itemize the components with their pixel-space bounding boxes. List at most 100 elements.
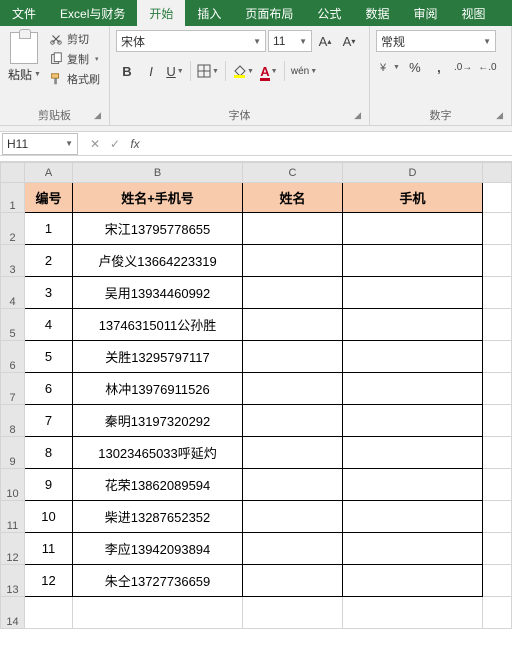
cell[interactable]: 11: [25, 533, 73, 565]
row-header[interactable]: 4: [1, 277, 25, 309]
cell[interactable]: 8: [25, 437, 73, 469]
number-format-combo[interactable]: 常规 ▼: [376, 30, 496, 52]
cell[interactable]: [243, 437, 343, 469]
border-button[interactable]: ▼: [195, 60, 221, 82]
underline-button[interactable]: U▼: [164, 60, 186, 82]
currency-button[interactable]: ¥▼: [376, 56, 402, 78]
cell[interactable]: 朱仝13727736659: [73, 565, 243, 597]
col-header-d[interactable]: D: [343, 163, 483, 183]
row-header[interactable]: 9: [1, 437, 25, 469]
cell[interactable]: 9: [25, 469, 73, 501]
cell[interactable]: 姓名: [243, 183, 343, 213]
cell[interactable]: 姓名+手机号: [73, 183, 243, 213]
row-header[interactable]: 13: [1, 565, 25, 597]
cell[interactable]: 关胜13295797117: [73, 341, 243, 373]
row-header[interactable]: 6: [1, 341, 25, 373]
worksheet-grid[interactable]: A B C D 1 编号 姓名+手机号 姓名 手机 21宋江1379577865…: [0, 162, 512, 629]
cell[interactable]: [343, 245, 483, 277]
cell[interactable]: 12: [25, 565, 73, 597]
clipboard-launcher[interactable]: ◢: [94, 110, 101, 121]
cell[interactable]: 10: [25, 501, 73, 533]
row-header[interactable]: 5: [1, 309, 25, 341]
increase-decimal-button[interactable]: .0→: [452, 56, 474, 78]
format-painter-button[interactable]: 格式刷: [47, 70, 102, 88]
row-header[interactable]: 10: [1, 469, 25, 501]
font-size-combo[interactable]: 11 ▼: [268, 30, 312, 52]
cell[interactable]: 1: [25, 213, 73, 245]
cell[interactable]: 5: [25, 341, 73, 373]
cell[interactable]: [343, 373, 483, 405]
row-header[interactable]: 8: [1, 405, 25, 437]
tab-formulas[interactable]: 公式: [305, 0, 353, 26]
tab-review[interactable]: 审阅: [401, 0, 449, 26]
cell[interactable]: [343, 405, 483, 437]
cell[interactable]: [343, 437, 483, 469]
cell[interactable]: 林冲13976911526: [73, 373, 243, 405]
cell[interactable]: [343, 533, 483, 565]
col-header-b[interactable]: B: [73, 163, 243, 183]
cell[interactable]: [243, 245, 343, 277]
cancel-formula-button[interactable]: ✕: [86, 137, 104, 151]
cell[interactable]: [73, 597, 243, 629]
cell[interactable]: [243, 277, 343, 309]
cell[interactable]: 6: [25, 373, 73, 405]
cell[interactable]: [243, 405, 343, 437]
bold-button[interactable]: B: [116, 60, 138, 82]
col-header-a[interactable]: A: [25, 163, 73, 183]
tab-custom[interactable]: Excel与财务: [48, 0, 137, 26]
cell[interactable]: 3: [25, 277, 73, 309]
tab-data[interactable]: 数据: [353, 0, 401, 26]
number-launcher[interactable]: ◢: [496, 110, 503, 121]
cell[interactable]: 吴用13934460992: [73, 277, 243, 309]
decrease-decimal-button[interactable]: ←.0: [476, 56, 498, 78]
cell[interactable]: 李应13942093894: [73, 533, 243, 565]
cell[interactable]: 13023465033呼延灼: [73, 437, 243, 469]
cell[interactable]: [343, 277, 483, 309]
row-header[interactable]: 12: [1, 533, 25, 565]
font-color-button[interactable]: A▼: [258, 60, 280, 82]
cell[interactable]: 4: [25, 309, 73, 341]
tab-home[interactable]: 开始: [137, 0, 185, 26]
cell[interactable]: 手机: [343, 183, 483, 213]
cell[interactable]: [243, 533, 343, 565]
increase-font-button[interactable]: A▴: [314, 30, 336, 52]
cell[interactable]: 2: [25, 245, 73, 277]
col-header-c[interactable]: C: [243, 163, 343, 183]
cell[interactable]: 秦明13197320292: [73, 405, 243, 437]
italic-button[interactable]: I: [140, 60, 162, 82]
cell[interactable]: [243, 341, 343, 373]
enter-formula-button[interactable]: ✓: [106, 137, 124, 151]
cell[interactable]: [343, 565, 483, 597]
tab-view[interactable]: 视图: [449, 0, 497, 26]
cut-button[interactable]: 剪切: [47, 30, 102, 48]
row-header[interactable]: 14: [1, 597, 25, 629]
cell[interactable]: 宋江13795778655: [73, 213, 243, 245]
font-launcher[interactable]: ◢: [354, 110, 361, 121]
row-header[interactable]: 3: [1, 245, 25, 277]
tab-file[interactable]: 文件: [0, 0, 48, 26]
cell[interactable]: [243, 565, 343, 597]
col-header-extra[interactable]: [483, 163, 512, 183]
cell[interactable]: 花荣13862089594: [73, 469, 243, 501]
tab-page-layout[interactable]: 页面布局: [233, 0, 305, 26]
cell[interactable]: [243, 213, 343, 245]
row-header[interactable]: 1: [1, 183, 25, 213]
cell[interactable]: [25, 597, 73, 629]
paste-button[interactable]: 粘贴 ▼: [6, 30, 43, 105]
cell[interactable]: [343, 213, 483, 245]
row-header[interactable]: 11: [1, 501, 25, 533]
font-name-combo[interactable]: 宋体 ▼: [116, 30, 266, 52]
cell[interactable]: [343, 309, 483, 341]
cell[interactable]: [343, 597, 483, 629]
cell[interactable]: [243, 309, 343, 341]
decrease-font-button[interactable]: A▾: [338, 30, 360, 52]
row-header[interactable]: 2: [1, 213, 25, 245]
cell[interactable]: [343, 341, 483, 373]
tab-insert[interactable]: 插入: [185, 0, 233, 26]
phonetic-button[interactable]: wén▼: [289, 60, 319, 82]
select-all-corner[interactable]: [1, 163, 25, 183]
comma-button[interactable]: ,: [428, 56, 450, 78]
cell[interactable]: 卢俊义13664223319: [73, 245, 243, 277]
cell[interactable]: 编号: [25, 183, 73, 213]
row-header[interactable]: 7: [1, 373, 25, 405]
